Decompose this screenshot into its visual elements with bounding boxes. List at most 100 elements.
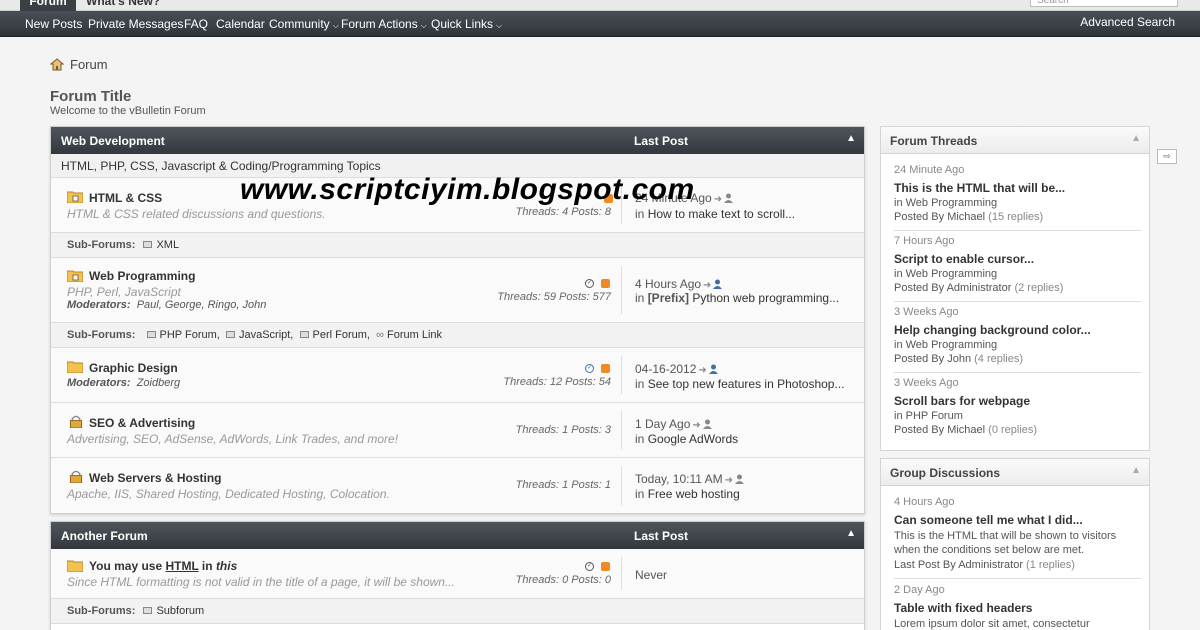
nav-forum-actions[interactable]: Forum Actions ⌵: [341, 17, 427, 31]
user-icon[interactable]: [702, 419, 712, 429]
discussion-title[interactable]: Can someone tell me what I did...: [894, 513, 1141, 527]
thread-forum-link[interactable]: Web Programming: [906, 197, 998, 209]
last-post-thread[interactable]: in Free web hosting: [635, 487, 740, 501]
forum-title[interactable]: You may use HTML in this: [89, 559, 237, 573]
subforum-icon: [299, 331, 309, 338]
subforums-row: Sub-Forums: XML: [51, 233, 864, 258]
advanced-search-link[interactable]: Advanced Search: [1080, 15, 1175, 29]
nav-private-messages[interactable]: Private Messages: [88, 17, 183, 31]
thread-title[interactable]: Help changing background color...: [894, 323, 1141, 337]
checkmark-icon: ✓: [585, 279, 594, 288]
thread-title[interactable]: Scroll bars for webpage: [894, 394, 1141, 408]
search-input[interactable]: Search: [1030, 0, 1178, 7]
last-post-thread[interactable]: in How to make text to scroll...: [635, 207, 795, 221]
subforum-link[interactable]: JavaScript,: [239, 329, 293, 341]
user-icon[interactable]: [724, 193, 734, 203]
forum-title[interactable]: Web Servers & Hosting: [89, 471, 221, 485]
go-to-post-icon[interactable]: ➜: [692, 420, 700, 431]
subforum-icon: [225, 331, 235, 338]
last-post-thread[interactable]: in [Prefix] Python web programming...: [635, 291, 839, 305]
go-to-post-icon[interactable]: ➜: [714, 194, 722, 205]
last-post-time: 04-16-2012 ➜: [635, 362, 718, 376]
thread-item: 24 Minute Ago This is the HTML that will…: [894, 164, 1141, 223]
subforum-icon: [143, 607, 153, 614]
go-to-post-icon[interactable]: ➜: [725, 475, 733, 486]
breadcrumb: Forum: [50, 57, 108, 72]
thread-forum-link[interactable]: Web Programming: [906, 339, 998, 351]
nav-community[interactable]: Community ⌵: [269, 17, 339, 31]
go-to-post-icon[interactable]: ➜: [703, 280, 711, 291]
forum-row-web-programming: Web Programming PHP, Perl, JavaScript Mo…: [51, 258, 864, 323]
last-post-thread[interactable]: in See top new features in Photoshop...: [635, 377, 845, 391]
thread-user-link[interactable]: John: [947, 353, 971, 365]
forum-stats: Threads: 59 Posts: 577: [497, 291, 611, 303]
forum-stats: Threads: 1 Posts: 3: [515, 424, 611, 436]
nav-quick-links[interactable]: Quick Links ⌵: [431, 17, 502, 31]
thread-user-link[interactable]: Administrator: [947, 282, 1012, 294]
navbar: New Posts Private Messages FAQ Calendar …: [0, 11, 1200, 37]
top-strip: [0, 0, 1200, 11]
user-icon[interactable]: [713, 279, 723, 289]
last-post-time: 1 Day Ago ➜: [635, 417, 712, 431]
collapse-icon[interactable]: ▲: [1131, 465, 1141, 476]
forum-stats: Threads: 1 Posts: 1: [515, 479, 611, 491]
forum-title[interactable]: Graphic Design: [89, 361, 178, 375]
discussion-title[interactable]: Table with fixed headers: [894, 601, 1141, 615]
thread-forum-link[interactable]: PHP Forum: [906, 410, 963, 422]
forum-title[interactable]: HTML & CSS: [89, 191, 162, 205]
folder-icon: [67, 361, 83, 373]
discussion-user-link[interactable]: Administrator: [958, 559, 1023, 571]
forum-stats: Threads: 4 Posts: 8: [515, 206, 611, 218]
last-post-time: Today, 10:11 AM ➜: [635, 472, 744, 486]
thread-title[interactable]: This is the HTML that will be...: [894, 181, 1141, 195]
chevron-down-icon: ⌵: [332, 21, 339, 30]
thread-title[interactable]: Script to enable cursor...: [894, 252, 1141, 266]
collapse-icon[interactable]: ▲: [846, 133, 856, 144]
home-icon[interactable]: [50, 58, 64, 71]
user-icon[interactable]: [708, 364, 718, 374]
divider: [894, 578, 1141, 579]
user-icon[interactable]: [735, 474, 744, 484]
link-icon: ∞: [376, 329, 384, 341]
subforum-link[interactable]: Subforum: [156, 605, 204, 617]
nav-new-posts[interactable]: New Posts: [25, 17, 82, 31]
subforum-link[interactable]: XML: [156, 239, 179, 251]
nav-faq[interactable]: FAQ: [184, 17, 208, 31]
thread-user-link[interactable]: Michael: [947, 211, 985, 223]
checkmark-icon: ✓: [585, 364, 594, 373]
category-title[interactable]: Another Forum: [61, 529, 148, 543]
rss-icon[interactable]: [601, 364, 610, 373]
last-post-thread[interactable]: in Google AdWords: [635, 432, 738, 446]
forum-stats: Threads: 0 Posts: 0: [515, 574, 611, 586]
column-divider: [621, 356, 622, 394]
subforum-link[interactable]: PHP Forum,: [160, 329, 220, 341]
sidebar-toggle-icon[interactable]: ⇨: [1157, 149, 1177, 164]
subforum-link[interactable]: Forum Link: [387, 329, 442, 341]
thread-item: 7 Hours Ago Script to enable cursor... i…: [894, 235, 1141, 294]
divider: [894, 372, 1141, 373]
go-to-post-icon[interactable]: ➜: [698, 365, 706, 376]
forum-row-web-servers: Web Servers & Hosting Apache, IIS, Share…: [51, 458, 864, 513]
breadcrumb-forum[interactable]: Forum: [70, 57, 108, 72]
subforum-icon: [146, 331, 156, 338]
category-title[interactable]: Web Development: [61, 134, 165, 148]
sidebar-title: Group Discussions: [890, 466, 1001, 480]
forum-row-seo-advertising: SEO & Advertising Advertising, SEO, AdSe…: [51, 403, 864, 458]
collapse-icon[interactable]: ▲: [1131, 133, 1141, 144]
subforum-link[interactable]: Perl Forum,: [313, 329, 370, 341]
discussion-item: 4 Hours Ago Can someone tell me what I d…: [894, 496, 1141, 571]
rss-icon[interactable]: [601, 279, 610, 288]
lock-icon: [69, 415, 83, 428]
rss-icon[interactable]: [601, 562, 610, 571]
nav-calendar[interactable]: Calendar: [216, 17, 265, 31]
page-description: Welcome to the vBulletin Forum: [50, 105, 206, 117]
tab-whats-new[interactable]: What's New?: [86, 0, 160, 11]
thread-forum-link[interactable]: Web Programming: [906, 268, 998, 280]
discussion-item: 2 Day Ago Table with fixed headers Lorem…: [894, 584, 1141, 630]
column-divider: [621, 411, 622, 449]
thread-user-link[interactable]: Michael: [947, 424, 985, 436]
forum-title[interactable]: Web Programming: [89, 269, 195, 283]
last-post-header: Last Post: [634, 134, 689, 148]
collapse-icon[interactable]: ▲: [846, 528, 856, 539]
forum-title[interactable]: SEO & Advertising: [89, 416, 195, 430]
